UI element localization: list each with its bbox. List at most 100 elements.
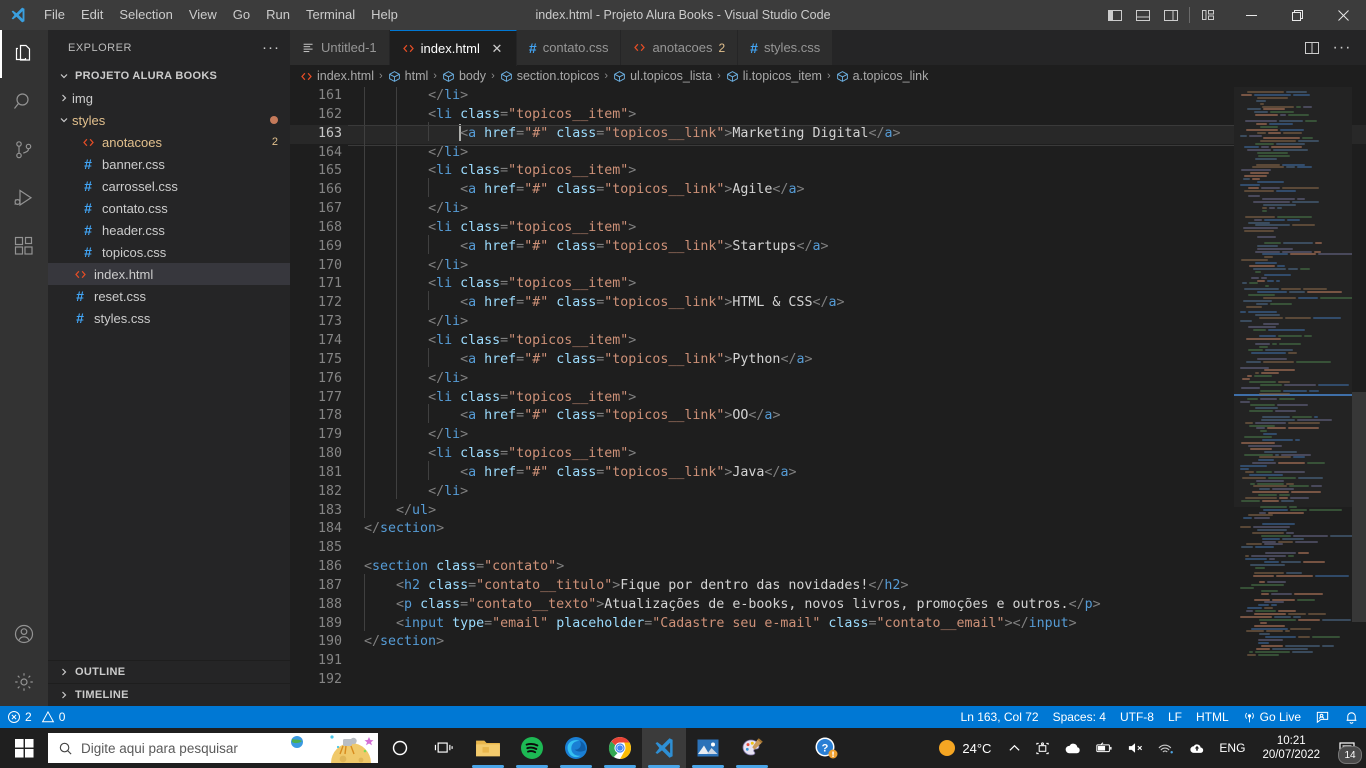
cortana-icon[interactable] bbox=[378, 728, 422, 768]
tray-windows-update-icon[interactable] bbox=[1182, 728, 1212, 768]
code-line[interactable]: 171 <li class="topicos__item"> bbox=[290, 272, 1366, 294]
code-line[interactable]: 183 </ul> bbox=[290, 498, 1366, 521]
breadcrumb-item-a-topicos-link[interactable]: a.topicos_link bbox=[836, 69, 928, 83]
taskbar-app-google-chrome[interactable] bbox=[598, 728, 642, 768]
menu-selection[interactable]: Selection bbox=[111, 0, 180, 30]
tree-item-styles[interactable]: styles bbox=[48, 109, 290, 131]
code-line[interactable]: 188 <p class="contato__texto">Atualizaçõ… bbox=[290, 592, 1366, 615]
start-button[interactable] bbox=[0, 728, 48, 768]
tray-battery-charging-icon[interactable] bbox=[1088, 728, 1120, 768]
status-eol[interactable]: LF bbox=[1161, 706, 1189, 728]
editor-vertical-scrollbar[interactable] bbox=[1352, 87, 1366, 706]
code-line[interactable]: 186 <section class="contato"> bbox=[290, 558, 1366, 577]
activity-source-control[interactable] bbox=[0, 126, 48, 174]
code-line[interactable]: 182 </li> bbox=[290, 479, 1366, 502]
taskbar-app-file-explorer[interactable] bbox=[466, 728, 510, 768]
customize-layout-icon[interactable] bbox=[1194, 0, 1222, 30]
status-language-mode[interactable]: HTML bbox=[1189, 706, 1236, 728]
code-line[interactable]: 167 </li> bbox=[290, 197, 1366, 219]
window-minimize-button[interactable] bbox=[1228, 0, 1274, 30]
breadcrumb-item-ul-topicos-lista[interactable]: ul.topicos_lista bbox=[613, 69, 712, 83]
activity-accounts[interactable] bbox=[0, 610, 48, 658]
code-line[interactable]: 164 </li> bbox=[290, 140, 1366, 163]
code-line[interactable]: 191 bbox=[290, 652, 1366, 671]
window-maximize-button[interactable] bbox=[1274, 0, 1320, 30]
panel-outline[interactable]: OUTLINE bbox=[48, 660, 290, 683]
code-editor[interactable]: 161 </li> 162 <li class="topicos__item"> 1… bbox=[290, 87, 1366, 706]
code-line[interactable]: 177 <li class="topicos__item"> bbox=[290, 385, 1366, 408]
status-editor-position[interactable]: Ln 163, Col 72 bbox=[954, 706, 1046, 728]
menu-edit[interactable]: Edit bbox=[73, 0, 111, 30]
editor-more-actions-icon[interactable]: ··· bbox=[1328, 30, 1356, 65]
editor-tab-anotacoes[interactable]: anotacoes 2 bbox=[621, 30, 739, 65]
tree-item-banner-css[interactable]: # banner.css bbox=[48, 153, 290, 175]
code-line[interactable]: 178 <a href="#" class="topicos__link">OO… bbox=[290, 404, 1366, 426]
activity-manage-settings[interactable] bbox=[0, 658, 48, 706]
breadcrumb-item-index-html[interactable]: index.html bbox=[300, 69, 374, 83]
code-line[interactable]: 184 </section> bbox=[290, 520, 1366, 539]
code-line[interactable]: 180 <li class="topicos__item"> bbox=[290, 442, 1366, 464]
status-go-live[interactable]: Go Live bbox=[1236, 706, 1308, 728]
code-line[interactable]: 189 <input type="email" placeholder="Cad… bbox=[290, 611, 1366, 634]
code-line[interactable]: 163 <a href="#" class="topicos__link">Ma… bbox=[290, 122, 1366, 146]
code-line[interactable]: 161 </li> bbox=[290, 87, 1366, 106]
tree-item-header-css[interactable]: # header.css bbox=[48, 219, 290, 241]
activity-run-and-debug[interactable] bbox=[0, 174, 48, 222]
code-line[interactable]: 169 <a href="#" class="topicos__link">St… bbox=[290, 234, 1366, 257]
editor-tab-index-html[interactable]: index.html ✕ bbox=[389, 30, 517, 66]
code-line[interactable]: 185 bbox=[290, 539, 1366, 558]
tray-network-icon[interactable] bbox=[1151, 728, 1182, 768]
split-editor-icon[interactable] bbox=[1298, 30, 1326, 65]
code-line[interactable]: 170 </li> bbox=[290, 253, 1366, 276]
sidebar-more-actions-icon[interactable]: ··· bbox=[262, 40, 280, 55]
activity-search[interactable] bbox=[0, 78, 48, 126]
editor-tab-untitled-1[interactable]: Untitled-1 bbox=[290, 30, 390, 65]
toggle-primary-sidebar-icon[interactable] bbox=[1101, 0, 1129, 30]
code-line[interactable]: 192 bbox=[290, 671, 1366, 690]
code-line[interactable]: 179 </li> bbox=[290, 423, 1366, 445]
code-line[interactable]: 174 <li class="topicos__item"> bbox=[290, 328, 1366, 351]
explorer-root-folder[interactable]: PROJETO ALURA BOOKS bbox=[48, 65, 290, 87]
tree-item-img[interactable]: img bbox=[48, 87, 290, 109]
menu-terminal[interactable]: Terminal bbox=[298, 0, 363, 30]
status-problems[interactable]: 2 0 bbox=[0, 706, 72, 728]
status-indentation[interactable]: Spaces: 4 bbox=[1046, 706, 1113, 728]
scrollbar-thumb[interactable] bbox=[1352, 392, 1366, 622]
tree-item-contato-css[interactable]: # contato.css bbox=[48, 197, 290, 219]
taskbar-app-spotify[interactable] bbox=[510, 728, 554, 768]
taskbar-app-photos[interactable] bbox=[686, 728, 730, 768]
code-line[interactable]: 176 </li> bbox=[290, 366, 1366, 389]
tray-volume-muted-icon[interactable] bbox=[1120, 728, 1151, 768]
tree-item-carrossel-css[interactable]: # carrossel.css bbox=[48, 175, 290, 197]
tree-item-reset-css[interactable]: # reset.css bbox=[48, 285, 290, 307]
activity-extensions[interactable] bbox=[0, 222, 48, 270]
code-line[interactable]: 190 </section> bbox=[290, 633, 1366, 652]
breadcrumb-item-body[interactable]: body bbox=[442, 69, 486, 83]
taskbar-app-microsoft-edge[interactable] bbox=[554, 728, 598, 768]
code-line[interactable]: 168 <li class="topicos__item"> bbox=[290, 215, 1366, 238]
tree-item-anotacoes[interactable]: anotacoes 2 bbox=[48, 131, 290, 153]
code-line[interactable]: 166 <a href="#" class="topicos__link">Ag… bbox=[290, 178, 1366, 200]
code-line[interactable]: 187 <h2 class="contato__titulo">Fique po… bbox=[290, 573, 1366, 596]
code-line[interactable]: 172 <a href="#" class="topicos__link">HT… bbox=[290, 291, 1366, 313]
tray-language-indicator[interactable]: ENG bbox=[1212, 728, 1252, 768]
taskbar-search-input[interactable]: Digite aqui para pesquisar bbox=[48, 733, 378, 763]
menu-file[interactable]: File bbox=[36, 0, 73, 30]
tray-show-hidden-icons[interactable] bbox=[1001, 728, 1028, 768]
taskbar-app-paint[interactable] bbox=[730, 728, 774, 768]
status-notifications-bell-icon[interactable] bbox=[1337, 706, 1366, 728]
panel-timeline[interactable]: TIMELINE bbox=[48, 683, 290, 706]
taskbar-app-get-help[interactable]: ? bbox=[804, 728, 848, 768]
code-line[interactable]: 173 </li> bbox=[290, 310, 1366, 332]
menu-run[interactable]: Run bbox=[258, 0, 298, 30]
tree-item-topicos-css[interactable]: # topicos.css bbox=[48, 241, 290, 263]
notification-center-button[interactable]: 14 bbox=[1330, 728, 1364, 768]
minimap[interactable] bbox=[1234, 87, 1352, 706]
tray-screen-snip-icon[interactable] bbox=[1028, 728, 1057, 768]
tray-weather[interactable]: 24°C bbox=[929, 728, 1001, 768]
menu-view[interactable]: View bbox=[181, 0, 225, 30]
toggle-secondary-sidebar-icon[interactable] bbox=[1157, 0, 1185, 30]
code-line[interactable]: 181 <a href="#" class="topicos__link">Ja… bbox=[290, 460, 1366, 483]
toggle-panel-icon[interactable] bbox=[1129, 0, 1157, 30]
window-close-button[interactable] bbox=[1320, 0, 1366, 30]
